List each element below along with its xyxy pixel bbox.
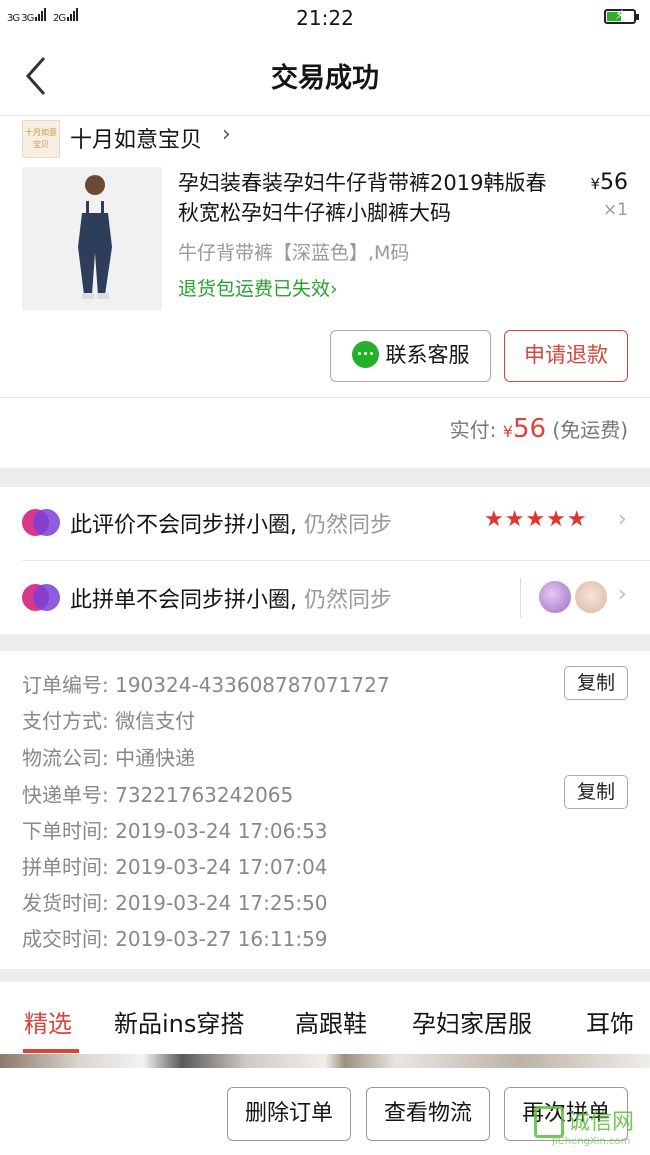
product-price: ¥56 (590, 170, 628, 195)
group-sync-row[interactable]: 此拼单不会同步拼小圈, 仍然同步 › (0, 562, 650, 634)
deal-time-row: 成交时间: 2019-03-27 16:11:59 (22, 927, 328, 951)
copy-tracking-number-button[interactable]: 复制 (564, 775, 628, 809)
tracking-number-row: 快递单号: 73221763242065 (22, 783, 294, 807)
order-card: 十月如意宝贝 十月如意宝贝 › 孕妇装春装孕妇牛仔背带裤2019韩版春秋宽松孕妇… (0, 116, 650, 468)
group-time-row: 拼单时间: 2019-03-24 17:07:04 (22, 855, 328, 879)
product-spec: 牛仔背带裤【深蓝色】,M码 (178, 242, 410, 264)
tab-earrings[interactable]: 耳饰 (586, 1004, 634, 1039)
order-time-row: 下单时间: 2019-03-24 17:06:53 (22, 819, 328, 843)
avatar (573, 579, 609, 615)
chevron-right-icon: › (618, 582, 627, 607)
order-number-row: 订单编号: 190324-433608787071727 (22, 673, 390, 697)
contact-service-button[interactable]: 联系客服 (330, 330, 491, 382)
product-image[interactable] (22, 167, 162, 310)
rating-stars: ★★★★★ (484, 507, 588, 532)
shop-name[interactable]: 十月如意宝贝 (70, 122, 202, 154)
avatar (537, 579, 573, 615)
pinxiaoquan-icon (22, 584, 60, 612)
paid-amount: 实付: ¥56 (免运费) (449, 414, 628, 444)
divider (0, 397, 650, 398)
shop-logo[interactable]: 十月如意宝贝 (22, 120, 60, 158)
product-quantity: ×1 (602, 200, 628, 220)
request-refund-button[interactable]: 申请退款 (504, 330, 628, 382)
watermark-logo: 诚信网 JiChengXin.com (534, 1106, 646, 1147)
chevron-right-icon: › (618, 507, 627, 532)
tab-new-ins[interactable]: 新品ins穿搭 (114, 1004, 244, 1039)
social-sync-card: 此评价不会同步拼小圈, 仍然同步 ★★★★★ › 此拼单不会同步拼小圈, 仍然同… (0, 487, 650, 634)
ship-time-row: 发货时间: 2019-03-24 17:25:50 (22, 891, 328, 915)
view-logistics-button[interactable]: 查看物流 (366, 1087, 490, 1141)
return-shipping-note[interactable]: 退货包运费已失效› (178, 274, 338, 301)
page-title: 交易成功 (271, 63, 379, 94)
product-title[interactable]: 孕妇装春装孕妇牛仔背带裤2019韩版春秋宽松孕妇牛仔裤小脚裤大码 (178, 168, 563, 228)
bottom-action-bar: 删除订单 查看物流 再次拼单 诚信网 JiChengXin.com (0, 1068, 650, 1155)
recommendation-images-strip[interactable] (0, 1054, 650, 1068)
order-info-card: 订单编号: 190324-433608787071727 复制 支付方式: 微信… (0, 651, 650, 969)
tab-featured[interactable]: 精选 (24, 1004, 72, 1039)
review-sync-row[interactable]: 此评价不会同步拼小圈, 仍然同步 ★★★★★ › (0, 487, 650, 559)
review-sync-text: 此评价不会同步拼小圈, 仍然同步 (70, 513, 393, 538)
product-photo (22, 167, 162, 310)
avatar-group (520, 578, 612, 618)
tab-high-heels[interactable]: 高跟鞋 (295, 1004, 367, 1039)
battery-icon: ⚡ (604, 8, 639, 24)
chat-icon (351, 340, 379, 368)
delete-order-button[interactable]: 删除订单 (227, 1087, 351, 1141)
logistics-company-row: 物流公司: 中通快递 (22, 746, 196, 770)
chevron-right-icon: › (330, 278, 338, 300)
nav-bar: 交易成功 (0, 34, 650, 116)
tab-indicator (23, 1049, 79, 1053)
category-tabs: 精选 新品ins穿搭 高跟鞋 孕妇家居服 耳饰 (0, 982, 650, 1054)
tab-maternity-homewear[interactable]: 孕妇家居服 (412, 1004, 532, 1039)
status-bar: 3G 3G 2G 21:22 ⚡ (0, 0, 650, 34)
chevron-right-icon[interactable]: › (222, 122, 231, 147)
clock: 21:22 (296, 6, 354, 30)
copy-order-number-button[interactable]: 复制 (564, 666, 628, 700)
group-sync-text: 此拼单不会同步拼小圈, 仍然同步 (70, 588, 393, 613)
payment-method-row: 支付方式: 微信支付 (22, 709, 196, 733)
pinxiaoquan-icon (22, 509, 60, 537)
divider (22, 560, 650, 561)
